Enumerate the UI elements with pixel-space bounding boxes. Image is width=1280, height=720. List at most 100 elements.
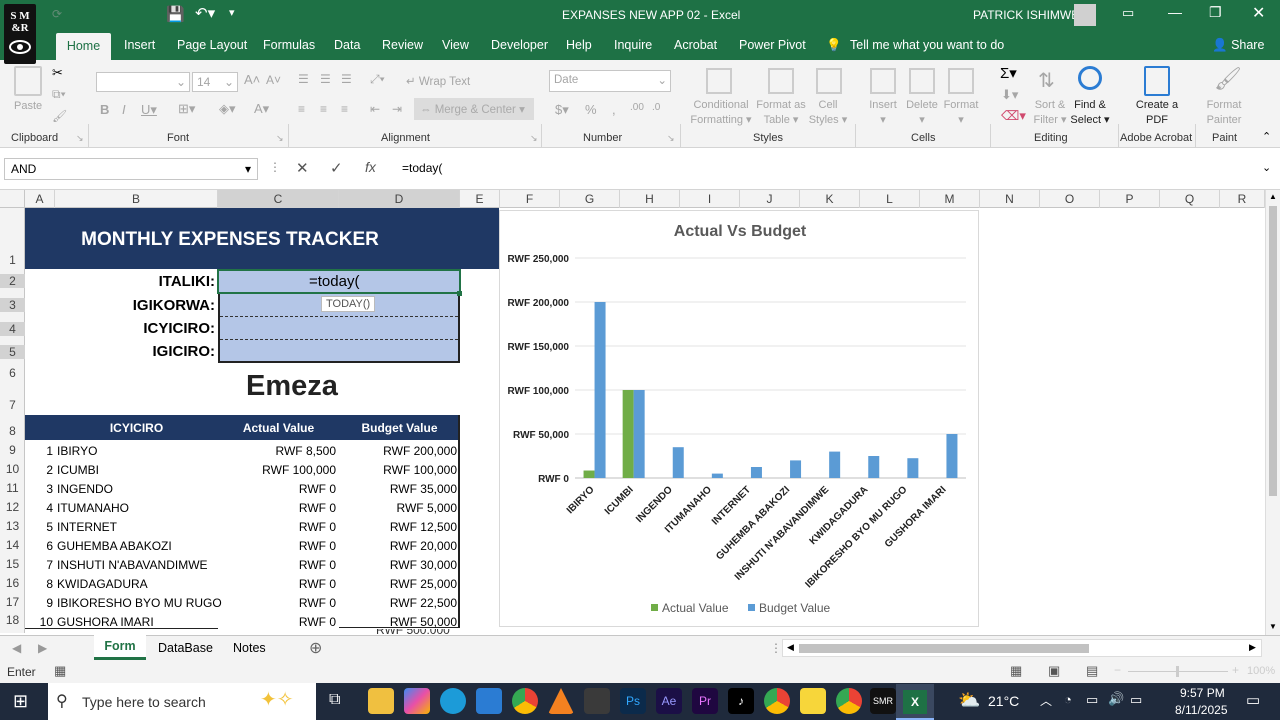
normal-view-icon[interactable]: ▦ <box>1010 663 1022 679</box>
column-header[interactable]: D <box>339 190 460 208</box>
budget-value-cell[interactable]: RWF 35,000 <box>339 482 457 496</box>
sheet-tab-form[interactable]: Form <box>94 635 146 660</box>
column-header[interactable]: G <box>560 190 620 208</box>
row-header[interactable]: 3 <box>0 298 25 312</box>
row-header[interactable]: 7 <box>0 398 25 412</box>
notifications-icon[interactable]: ▭ <box>1246 691 1260 709</box>
sticky-notes-icon[interactable] <box>800 688 826 714</box>
italic-icon[interactable]: I <box>122 102 126 117</box>
autosum-icon[interactable]: Σ▾ <box>1000 64 1017 82</box>
column-header[interactable]: E <box>460 190 500 208</box>
save-icon[interactable]: 💾 <box>166 5 185 23</box>
row-header[interactable]: 2 <box>0 274 25 288</box>
font-name-dropdown[interactable]: ⌄ <box>96 72 190 92</box>
row-number-cell[interactable]: 8 <box>25 577 53 591</box>
budget-value-cell[interactable]: RWF 22,500 <box>339 596 457 610</box>
conditional-formatting-button[interactable]: Conditional Formatting ▾ <box>688 98 754 128</box>
insert-cells-button[interactable]: Insert ▾ <box>864 98 902 128</box>
find-select-button[interactable]: Find & Select ▾ <box>1068 98 1112 128</box>
percent-icon[interactable]: % <box>585 102 597 117</box>
actual-value-cell[interactable]: RWF 100,000 <box>218 463 336 477</box>
increase-decimal-icon[interactable]: .00 <box>630 102 644 113</box>
tab-data[interactable]: Data <box>334 38 360 52</box>
actual-value-cell[interactable]: RWF 8,500 <box>218 444 336 458</box>
row-number-cell[interactable]: 3 <box>25 482 53 496</box>
chart-actual-vs-budget[interactable]: Actual Vs Budget RWF 0 RWF 50,000 RWF 100,… <box>499 210 979 627</box>
column-header[interactable]: M <box>920 190 980 208</box>
font-launcher-icon[interactable]: ↘ <box>276 133 284 144</box>
tab-power-pivot[interactable]: Power Pivot <box>739 38 806 52</box>
add-sheet-icon[interactable]: ⊕ <box>309 638 322 658</box>
row-number-cell[interactable]: 10 <box>25 615 53 629</box>
increase-font-icon[interactable]: A˄ <box>244 72 260 87</box>
tab-acrobat[interactable]: Acrobat <box>674 38 717 52</box>
expand-formula-icon[interactable]: ⌄ <box>1262 161 1271 174</box>
sort-filter-button[interactable]: Sort & Filter ▾ <box>1028 98 1072 128</box>
actual-value-cell[interactable]: RWF 0 <box>218 501 336 515</box>
row-header[interactable]: 1 <box>0 253 25 267</box>
column-header[interactable]: R <box>1220 190 1265 208</box>
row-header[interactable]: 5 <box>0 345 25 359</box>
wrap-text-button[interactable]: ↵ Wrap Text <box>406 74 470 88</box>
excel-taskbar-active[interactable]: X <box>896 684 934 720</box>
select-all-corner[interactable] <box>0 190 25 208</box>
column-header[interactable]: N <box>980 190 1040 208</box>
app-logo-taskbar-icon[interactable]: SMR <box>870 688 896 714</box>
avatar[interactable] <box>1074 4 1096 26</box>
actual-value-cell[interactable]: RWF 0 <box>218 577 336 591</box>
budget-value-cell[interactable]: RWF 20,000 <box>339 539 457 553</box>
category-cell[interactable]: INTERNET <box>57 520 217 534</box>
category-cell[interactable]: INSHUTI N'ABAVANDIMWE <box>57 558 217 572</box>
tiktok-icon[interactable]: ♪ <box>728 688 754 714</box>
budget-value-cell[interactable]: RWF 25,000 <box>339 577 457 591</box>
premiere-icon[interactable]: Pr <box>692 688 718 714</box>
minimize-icon[interactable]: — <box>1168 4 1182 20</box>
actual-value-cell[interactable]: RWF 0 <box>218 615 336 629</box>
format-as-table-button[interactable]: Format as Table ▾ <box>752 98 810 128</box>
insert-function-icon[interactable]: fx <box>365 159 376 175</box>
category-cell[interactable]: ITUMANAHO <box>57 501 217 515</box>
bar-budget[interactable] <box>633 390 645 478</box>
chrome-second-icon[interactable] <box>836 688 862 714</box>
row-number-cell[interactable]: 9 <box>25 596 53 610</box>
zoom-out-icon[interactable]: − <box>1114 663 1121 677</box>
column-header[interactable]: L <box>860 190 920 208</box>
chrome-profile-icon[interactable] <box>764 688 790 714</box>
decrease-indent-icon[interactable]: ⇤ <box>370 102 380 116</box>
bar-budget[interactable] <box>790 460 802 478</box>
chrome-icon[interactable] <box>512 688 538 714</box>
borders-icon[interactable]: ⊞▾ <box>178 101 195 117</box>
orientation-icon[interactable]: ⤢▾ <box>370 72 385 87</box>
sheet-tab-notes[interactable]: Notes <box>233 641 266 655</box>
zoom-in-icon[interactable]: + <box>1232 663 1239 677</box>
copilot-icon[interactable] <box>404 688 430 714</box>
font-size-dropdown[interactable]: 14 ⌄ <box>192 72 238 92</box>
category-cell[interactable]: IBIKORESHO BYO MU RUGO <box>57 596 222 610</box>
format-painter-button[interactable]: Format Painter <box>1198 98 1250 128</box>
row-number-cell[interactable]: 4 <box>25 501 53 515</box>
bar-budget[interactable] <box>946 434 958 478</box>
horizontal-scroll-thumb[interactable] <box>799 644 1089 653</box>
bar-budget[interactable] <box>672 447 684 478</box>
cut-icon[interactable]: ✂ <box>52 65 63 81</box>
align-bottom-icon[interactable]: ☰ <box>341 72 352 86</box>
tab-review[interactable]: Review <box>382 38 423 52</box>
photoshop-icon[interactable]: Ps <box>620 688 646 714</box>
row-header[interactable]: 14 <box>0 538 25 552</box>
store-icon[interactable] <box>476 688 502 714</box>
number-format-dropdown[interactable]: Date ⌄ <box>549 70 671 92</box>
column-header[interactable]: Q <box>1160 190 1220 208</box>
tab-page-layout[interactable]: Page Layout <box>177 38 247 52</box>
network-icon[interactable]: ◔ <box>1064 692 1072 707</box>
horizontal-scrollbar[interactable]: ◀ ▶ <box>782 639 1262 657</box>
column-header[interactable]: K <box>800 190 860 208</box>
bar-budget[interactable] <box>750 467 762 478</box>
column-header[interactable]: F <box>500 190 560 208</box>
row-header[interactable]: 16 <box>0 576 25 590</box>
page-layout-view-icon[interactable]: ▣ <box>1048 663 1060 679</box>
bar-actual[interactable] <box>622 390 634 478</box>
tab-home[interactable]: Home <box>56 33 111 60</box>
tab-formulas[interactable]: Formulas <box>263 38 315 52</box>
field-input-cell[interactable] <box>220 295 458 316</box>
page-break-view-icon[interactable]: ▤ <box>1086 663 1098 679</box>
